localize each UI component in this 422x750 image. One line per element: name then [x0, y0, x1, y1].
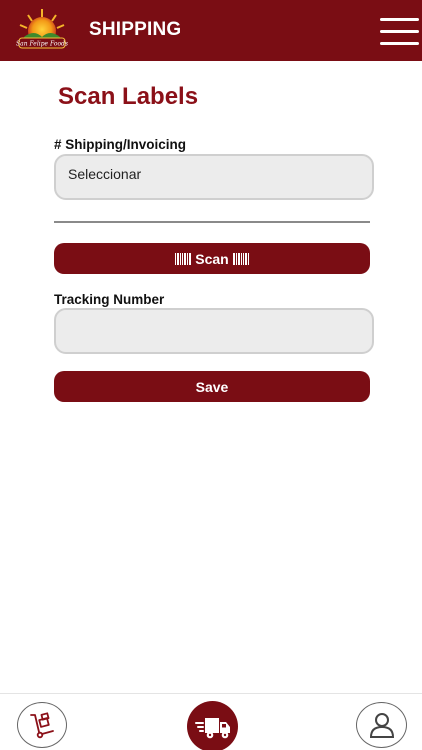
delivery-truck-icon[interactable] [187, 701, 238, 750]
user-icon[interactable] [356, 702, 407, 748]
hand-truck-icon[interactable] [17, 702, 67, 748]
scan-button-label: Scan [195, 250, 229, 267]
tracking-number-input[interactable] [54, 308, 374, 354]
hamburger-menu-icon[interactable] [380, 18, 420, 46]
divider [54, 221, 370, 223]
tracking-number-label: Tracking Number [54, 292, 165, 307]
svg-text:San Felipe Foods: San Felipe Foods [16, 41, 68, 48]
brand-logo: San Felipe Foods [16, 7, 68, 55]
save-button[interactable]: Save [54, 371, 370, 402]
select-value: Seleccionar [68, 166, 142, 182]
scan-button[interactable]: Scan [54, 243, 370, 274]
header-title: SHIPPING [89, 19, 182, 40]
shipping-invoicing-select[interactable]: Seleccionar [54, 154, 374, 200]
barcode-icon [232, 252, 249, 265]
bottom-navigation [0, 693, 422, 750]
barcode-icon [175, 252, 192, 265]
app-header: San Felipe Foods SHIPPING [0, 0, 422, 61]
shipping-invoicing-label: # Shipping/Invoicing [54, 137, 187, 152]
save-button-label: Save [195, 378, 229, 395]
page-title: Scan Labels [58, 83, 199, 110]
